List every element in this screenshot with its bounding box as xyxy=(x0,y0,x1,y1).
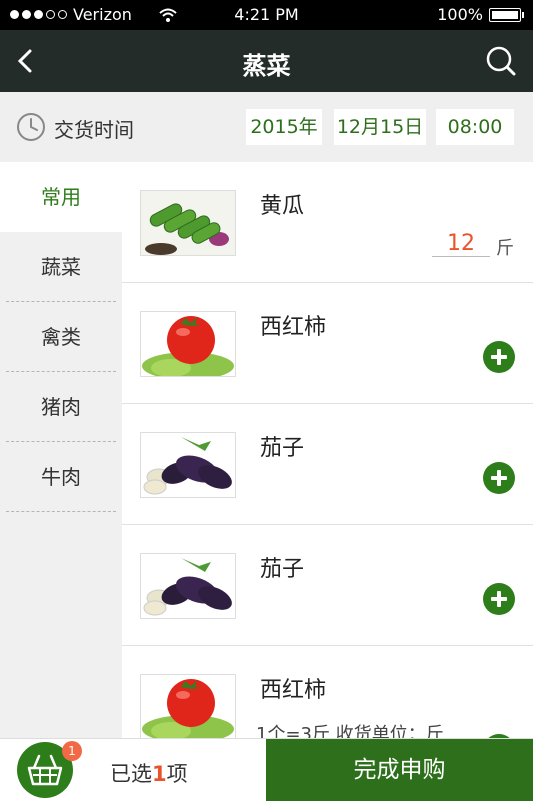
clock-icon xyxy=(17,113,45,141)
status-bar: Verizon 4:21 PM 100% xyxy=(0,0,533,30)
complete-purchase-button[interactable]: 完成申购 xyxy=(266,739,533,801)
category-item-pork[interactable]: 猪肉 xyxy=(0,372,122,442)
list-item[interactable]: 西红柿 1个=3斤 收货单位：斤 xyxy=(122,646,533,738)
product-unit-info: 1个=3斤 收货单位：斤 xyxy=(256,724,444,738)
delivery-time-picker[interactable]: 08:00 xyxy=(436,109,514,145)
selected-suffix: 项 xyxy=(166,762,188,786)
search-icon[interactable] xyxy=(483,43,519,79)
eggplant-image xyxy=(140,432,236,498)
product-name: 茄子 xyxy=(260,557,305,582)
eggplant-image xyxy=(140,553,236,619)
selected-count: 1 xyxy=(152,762,167,786)
battery-percent: 100% xyxy=(437,5,483,24)
category-item-beef[interactable]: 牛肉 xyxy=(0,442,122,512)
delivery-time-row: 交货时间 2015年 12月15日 08:00 xyxy=(0,92,533,162)
list-item[interactable]: 西红柿 xyxy=(122,283,533,404)
navigation-bar: 蒸菜 xyxy=(0,30,533,92)
cucumber-image xyxy=(140,190,236,256)
product-name: 西红柿 xyxy=(260,315,327,340)
quantity-unit: 斤 xyxy=(496,238,514,259)
list-item[interactable]: 茄子 xyxy=(122,525,533,646)
product-name: 黄瓜 xyxy=(260,194,305,219)
battery-icon xyxy=(489,7,524,22)
category-item-poultry[interactable]: 禽类 xyxy=(0,302,122,372)
delivery-time-label: 交货时间 xyxy=(54,118,134,142)
add-button[interactable] xyxy=(483,341,515,373)
battery-area: 100% xyxy=(437,5,524,24)
cart-count-badge: 1 xyxy=(62,741,82,761)
selected-prefix: 已选 xyxy=(110,762,152,786)
add-button[interactable] xyxy=(483,462,515,494)
category-item-common[interactable]: 常用 xyxy=(0,162,122,232)
category-item-vegetables[interactable]: 蔬菜 xyxy=(0,232,122,302)
list-item[interactable]: 黄瓜 12 斤 xyxy=(122,162,533,283)
category-sidebar: 常用 蔬菜 禽类 猪肉 牛肉 xyxy=(0,162,122,738)
quantity-input[interactable]: 12 xyxy=(432,232,490,257)
add-button[interactable] xyxy=(483,583,515,615)
product-name: 西红柿 xyxy=(260,678,327,703)
delivery-date-picker[interactable]: 12月15日 xyxy=(334,109,426,145)
selected-summary: 已选1项 xyxy=(110,758,188,788)
product-name: 茄子 xyxy=(260,436,305,461)
list-item[interactable]: 茄子 xyxy=(122,404,533,525)
page-title: 蒸菜 xyxy=(242,52,291,80)
delivery-year-picker[interactable]: 2015年 xyxy=(246,109,322,145)
product-list: 黄瓜 12 斤 西红柿 茄子 茄子 西红柿 1个=3斤 收货单位：斤 xyxy=(122,162,533,738)
tomato-image xyxy=(140,311,236,377)
tomato-image xyxy=(140,674,236,738)
bottom-bar: 1 已选1项 完成申购 xyxy=(0,738,533,801)
